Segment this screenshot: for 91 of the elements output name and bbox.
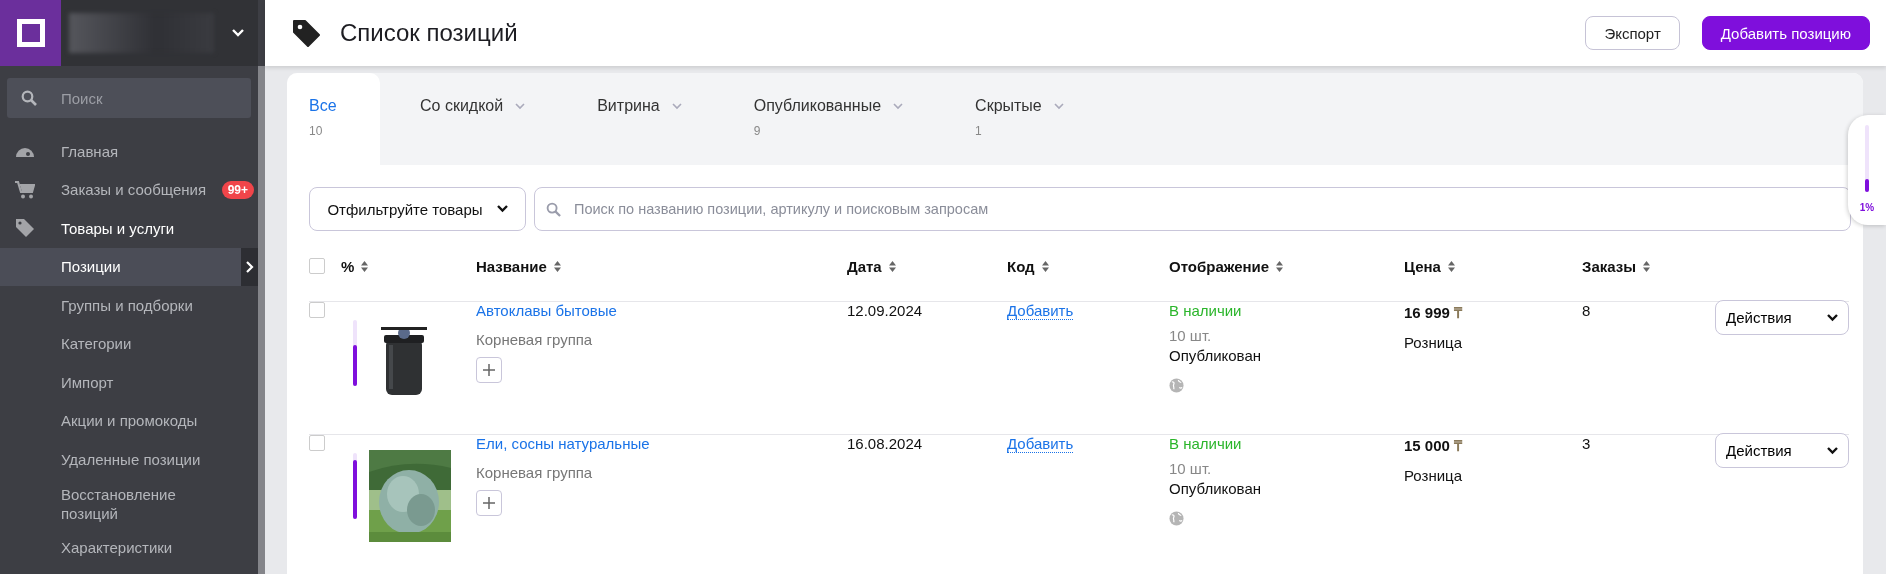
sidebar-item[interactable]: Товары и услуги xyxy=(0,209,258,248)
column-header[interactable]: Заказы xyxy=(1582,257,1637,275)
chevron-down-icon xyxy=(1827,446,1838,455)
chevron-down-icon xyxy=(671,102,682,110)
price-text: 16 999 xyxy=(1404,304,1450,321)
sort-icon[interactable] xyxy=(1041,260,1049,272)
search-field[interactable]: Поиск xyxy=(7,78,251,118)
column-header[interactable]: Отображение xyxy=(1169,257,1270,275)
quantity-text: 10 шт. xyxy=(1169,327,1213,344)
progress-widget[interactable]: 1% xyxy=(1848,115,1886,225)
scrollbar[interactable] xyxy=(258,66,265,574)
export-button[interactable]: Экспорт xyxy=(1585,16,1680,50)
date-text: 12.09.2024 xyxy=(847,302,923,319)
add-code-link[interactable]: Добавить xyxy=(1007,435,1074,453)
item-name-link[interactable]: Автоклавы бытовые xyxy=(476,302,847,319)
orders-count: 8 xyxy=(1582,302,1591,319)
globe-icon xyxy=(1169,511,1184,526)
filter-tab[interactable]: Со скидкой xyxy=(398,73,548,165)
price-text: 15 000 xyxy=(1404,437,1450,454)
sidebar-subitem[interactable]: Импорт xyxy=(0,363,258,402)
filter-tab[interactable]: Все 10 xyxy=(287,73,380,165)
item-name-link[interactable]: Ели, сосны натуральные xyxy=(476,435,847,452)
column-header[interactable]: Название xyxy=(476,257,547,275)
filter-tab[interactable]: Витрина xyxy=(575,73,704,165)
chevron-down-icon xyxy=(1827,313,1838,322)
column-header[interactable]: % xyxy=(341,257,355,275)
currency-text: ₸ xyxy=(1453,304,1462,321)
orders-count: 3 xyxy=(1582,435,1591,452)
availability-text: В наличии xyxy=(1169,435,1243,452)
filter-tab[interactable]: Скрытые 1 xyxy=(953,73,1086,165)
status-text: Опубликован xyxy=(1169,480,1262,497)
chevron-down-icon xyxy=(496,205,508,213)
sort-icon[interactable] xyxy=(1643,260,1651,272)
filter-tab[interactable]: Опубликованные 9 xyxy=(731,73,926,165)
chevron-down-icon xyxy=(1053,102,1064,110)
sidebar-subitem[interactable]: Акции и промокоды xyxy=(0,401,258,440)
search-icon xyxy=(21,90,37,106)
column-header[interactable]: Дата xyxy=(847,257,882,275)
progress-reading: 1% xyxy=(1859,202,1875,213)
add-group-button[interactable] xyxy=(476,490,502,516)
sidebar-subitem[interactable]: Позиции xyxy=(0,247,258,286)
select-all-checkbox[interactable] xyxy=(309,258,325,274)
search-icon xyxy=(546,202,561,217)
chevron-down-icon xyxy=(893,102,904,110)
sidebar-item[interactable]: Главная xyxy=(0,132,258,171)
sidebar-subitem[interactable]: Категории xyxy=(0,324,258,363)
search-field[interactable]: Поиск по названию позиции, артикулу и поисковым запросам xyxy=(534,187,1851,231)
tag-icon xyxy=(292,19,320,47)
plus-icon xyxy=(483,497,495,509)
tab-count: 9 xyxy=(753,124,762,138)
chevron-down-icon[interactable] xyxy=(232,29,244,37)
date-text: 16.08.2024 xyxy=(847,435,923,452)
sidebar-subitem[interactable]: Удаленные позиции xyxy=(0,440,258,479)
add-code-link[interactable]: Добавить xyxy=(1007,302,1074,320)
add-group-button[interactable] xyxy=(476,357,502,383)
cart-icon xyxy=(14,180,35,199)
page-title: Список позиций xyxy=(340,19,518,47)
tag-icon xyxy=(14,218,35,239)
tab-count: 1 xyxy=(975,124,983,138)
row-checkbox[interactable] xyxy=(309,435,325,451)
column-header[interactable]: Цена xyxy=(1404,257,1441,275)
sort-icon[interactable] xyxy=(888,260,896,272)
sort-icon[interactable] xyxy=(361,260,369,272)
sort-icon[interactable] xyxy=(1447,260,1455,272)
filter-dropdown[interactable]: Отфильтруйте товары xyxy=(309,187,526,231)
group-name: Корневая группа xyxy=(476,331,594,348)
sort-icon[interactable] xyxy=(1276,260,1284,272)
chevron-down-icon xyxy=(515,102,526,110)
tab-count: 10 xyxy=(309,124,324,138)
availability-text: В наличии xyxy=(1169,302,1243,319)
sidebar-subitem[interactable]: Восстановление позиций xyxy=(0,478,211,529)
sidebar-subitem[interactable]: Группы и подборки xyxy=(0,286,258,325)
chevron-right-icon xyxy=(245,260,254,273)
app-logo[interactable] xyxy=(0,0,61,66)
sidebar-subitem[interactable]: Характеристики xyxy=(0,528,258,567)
sidebar-item[interactable]: Заказы и сообщения 99+ xyxy=(0,170,258,209)
count-badge: 99+ xyxy=(221,180,254,199)
plus-icon xyxy=(483,364,495,376)
globe-icon xyxy=(1169,378,1184,393)
row-checkbox[interactable] xyxy=(309,302,325,318)
price-type-text: Розница xyxy=(1404,334,1463,351)
actions-dropdown[interactable]: Действия xyxy=(1715,300,1849,335)
quantity-text: 10 шт. xyxy=(1169,460,1213,477)
price-type-text: Розница xyxy=(1404,467,1463,484)
currency-text: ₸ xyxy=(1453,437,1462,454)
status-text: Опубликован xyxy=(1169,347,1262,364)
actions-dropdown[interactable]: Действия xyxy=(1715,433,1849,468)
column-header[interactable]: Код xyxy=(1007,257,1035,275)
sort-icon[interactable] xyxy=(553,260,561,272)
add-item-button[interactable]: Добавить позицию xyxy=(1701,16,1870,50)
group-name: Корневая группа xyxy=(476,464,594,481)
